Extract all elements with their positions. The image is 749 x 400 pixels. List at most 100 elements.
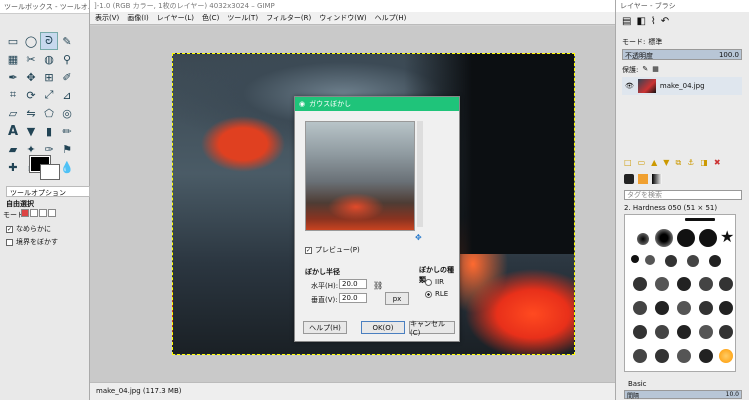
foreground-select-tool-icon[interactable]: ◍ bbox=[40, 50, 58, 68]
brush-tag-filter[interactable]: タグを検索 bbox=[624, 190, 742, 200]
brush-name: 2. Hardness 050 (51 × 51) bbox=[624, 204, 718, 212]
tool-options-tab[interactable]: ツールオプション bbox=[6, 186, 90, 197]
radio-unselected-icon bbox=[425, 278, 432, 286]
blur-tool-icon[interactable]: 💧 bbox=[58, 158, 76, 176]
clone-tool-icon[interactable]: ⚑ bbox=[58, 140, 76, 158]
duplicate-layer-icon[interactable]: ⧉ bbox=[675, 158, 681, 168]
eraser-tool-icon[interactable]: ▰ bbox=[4, 140, 22, 158]
dialog-titlebar: ◉ ガウスぼかし bbox=[295, 97, 459, 111]
vertical-input[interactable]: 20.0 bbox=[339, 293, 367, 303]
fuzzy-select-tool-icon[interactable]: ✎ bbox=[58, 32, 76, 50]
checkbox-checked-icon: ✓ bbox=[6, 225, 13, 233]
layer-row[interactable]: 👁 make_04.jpg bbox=[622, 77, 742, 95]
align-tool-icon[interactable]: ⊞ bbox=[40, 68, 58, 86]
feather-checkbox[interactable]: 境界をぼかす bbox=[6, 237, 58, 247]
anchor-layer-icon[interactable]: ⚓ bbox=[687, 158, 694, 168]
type-iir-radio[interactable]: IIR bbox=[425, 278, 444, 286]
chain-link-icon[interactable]: ⛓ bbox=[373, 281, 383, 290]
menu-image[interactable]: 画像(I) bbox=[127, 13, 149, 23]
blur-preview[interactable] bbox=[305, 121, 415, 231]
lock-row: 保護: ✎ ▦ bbox=[622, 65, 659, 75]
channels-tab-icon[interactable]: ◧ bbox=[636, 16, 645, 27]
menu-help[interactable]: ヘルプ(H) bbox=[375, 13, 407, 23]
mode-add-icon[interactable] bbox=[30, 209, 38, 217]
horizontal-input[interactable]: 20.0 bbox=[339, 279, 367, 289]
checkbox-checked-icon: ✓ bbox=[305, 246, 312, 254]
perspective-tool-icon[interactable]: ▱ bbox=[4, 104, 22, 122]
vertical-label: 垂直(V): bbox=[311, 296, 338, 304]
mode-replace-icon[interactable] bbox=[21, 209, 29, 217]
flip-tool-icon[interactable]: ⇋ bbox=[22, 104, 40, 122]
warp-tool-icon[interactable]: ◎ bbox=[58, 104, 76, 122]
lock-alpha-icon[interactable]: ▦ bbox=[652, 65, 659, 75]
pencil-tool-icon[interactable]: ✏ bbox=[58, 122, 76, 140]
mode-buttons[interactable] bbox=[21, 209, 56, 217]
bucket-fill-tool-icon[interactable]: ▼ bbox=[22, 122, 40, 140]
lower-layer-icon[interactable]: ▼ bbox=[663, 158, 669, 168]
new-layer-icon[interactable]: □ bbox=[624, 158, 632, 168]
crop-tool-icon[interactable]: ⌗ bbox=[4, 86, 22, 104]
preview-scrollbar[interactable] bbox=[417, 121, 423, 227]
gradients-tab-icon[interactable] bbox=[652, 174, 662, 184]
menu-layer[interactable]: レイヤー(L) bbox=[157, 13, 194, 23]
paths-tool-icon[interactable]: ✒ bbox=[4, 68, 22, 86]
background-color-swatch[interactable] bbox=[40, 164, 60, 180]
raise-layer-icon[interactable]: ▲ bbox=[651, 158, 657, 168]
tool-name-label: 自由選択 bbox=[6, 200, 34, 208]
rect-select-tool-icon[interactable]: ▭ bbox=[4, 32, 22, 50]
menu-view[interactable]: 表示(V) bbox=[95, 13, 119, 23]
spacing-slider[interactable]: 間隔 10.0 bbox=[624, 390, 742, 400]
menu-tools[interactable]: ツール(T) bbox=[227, 13, 258, 23]
ellipse-select-tool-icon[interactable]: ◯ bbox=[22, 32, 40, 50]
tool-options-tab-label: ツールオプション bbox=[10, 189, 66, 197]
cancel-button[interactable]: キャンセル(C) bbox=[409, 320, 455, 337]
mode-subtract-icon[interactable] bbox=[39, 209, 47, 217]
free-select-tool-icon[interactable]: ᘒ bbox=[40, 32, 58, 50]
opacity-slider[interactable]: 不透明度 100.0 bbox=[622, 49, 742, 60]
move-tool-icon[interactable]: ✥ bbox=[22, 68, 40, 86]
mode-intersect-icon[interactable] bbox=[48, 209, 56, 217]
delete-layer-icon[interactable]: ✖ bbox=[714, 158, 721, 168]
brushes-tab-icon[interactable] bbox=[624, 174, 634, 184]
text-tool-icon[interactable]: A bbox=[4, 122, 22, 140]
zoom-tool-icon[interactable]: ⚲ bbox=[58, 50, 76, 68]
rle-label: RLE bbox=[435, 290, 449, 298]
window-title: ]-1.0 (RGB カラー, 1枚のレイヤー) 4032x3024 – GIM… bbox=[90, 0, 615, 12]
color-picker-tool-icon[interactable]: ✐ bbox=[58, 68, 76, 86]
undo-tab-icon[interactable]: ↶ bbox=[661, 16, 669, 27]
brush-preset-select[interactable]: Basic bbox=[628, 380, 647, 388]
type-rle-radio[interactable]: RLE bbox=[425, 290, 448, 298]
brush-grid[interactable]: ★ bbox=[624, 214, 736, 372]
blend-tool-icon[interactable]: ▮ bbox=[40, 122, 58, 140]
lock-pixels-icon[interactable]: ✎ bbox=[642, 65, 648, 75]
preview-move-icon[interactable]: ✥ bbox=[415, 233, 422, 242]
patterns-tab-icon[interactable] bbox=[638, 174, 648, 184]
menu-colors[interactable]: 色(C) bbox=[202, 13, 219, 23]
preview-label: プレビュー(P) bbox=[315, 246, 360, 254]
layers-tab-icon[interactable]: ▤ bbox=[622, 16, 631, 27]
new-group-icon[interactable]: ▭ bbox=[638, 158, 646, 168]
spacing-label: 間隔 bbox=[627, 393, 640, 400]
rotate-tool-icon[interactable]: ⟳ bbox=[22, 86, 40, 104]
menu-windows[interactable]: ウィンドウ(W) bbox=[319, 13, 366, 23]
preview-checkbox[interactable]: ✓ プレビュー(P) bbox=[305, 245, 360, 255]
scale-tool-icon[interactable]: ⤢ bbox=[40, 86, 58, 104]
visibility-eye-icon[interactable]: 👁 bbox=[625, 82, 634, 90]
help-button[interactable]: ヘルプ(H) bbox=[303, 321, 347, 334]
color-select-tool-icon[interactable]: ▦ bbox=[4, 50, 22, 68]
ok-button[interactable]: OK(O) bbox=[361, 321, 405, 334]
lock-label: 保護: bbox=[622, 66, 639, 74]
paths-tab-icon[interactable]: ⌇ bbox=[651, 16, 656, 27]
unit-select[interactable]: px bbox=[385, 292, 409, 305]
antialias-checkbox[interactable]: ✓ なめらかに bbox=[6, 224, 51, 234]
menu-filters[interactable]: フィルター(R) bbox=[266, 13, 311, 23]
layer-thumbnail bbox=[637, 79, 656, 93]
mask-icon[interactable]: ◨ bbox=[700, 158, 708, 168]
layer-mode-select[interactable]: 標準 bbox=[648, 37, 662, 47]
cage-tool-icon[interactable]: ⬠ bbox=[40, 104, 58, 122]
opacity-value: 100.0 bbox=[718, 51, 739, 59]
mode-row: モード: 標準 bbox=[622, 37, 662, 47]
heal-tool-icon[interactable]: ✚ bbox=[4, 158, 22, 176]
scissors-tool-icon[interactable]: ✂ bbox=[22, 50, 40, 68]
measure-tool-icon[interactable]: ⊿ bbox=[58, 86, 76, 104]
